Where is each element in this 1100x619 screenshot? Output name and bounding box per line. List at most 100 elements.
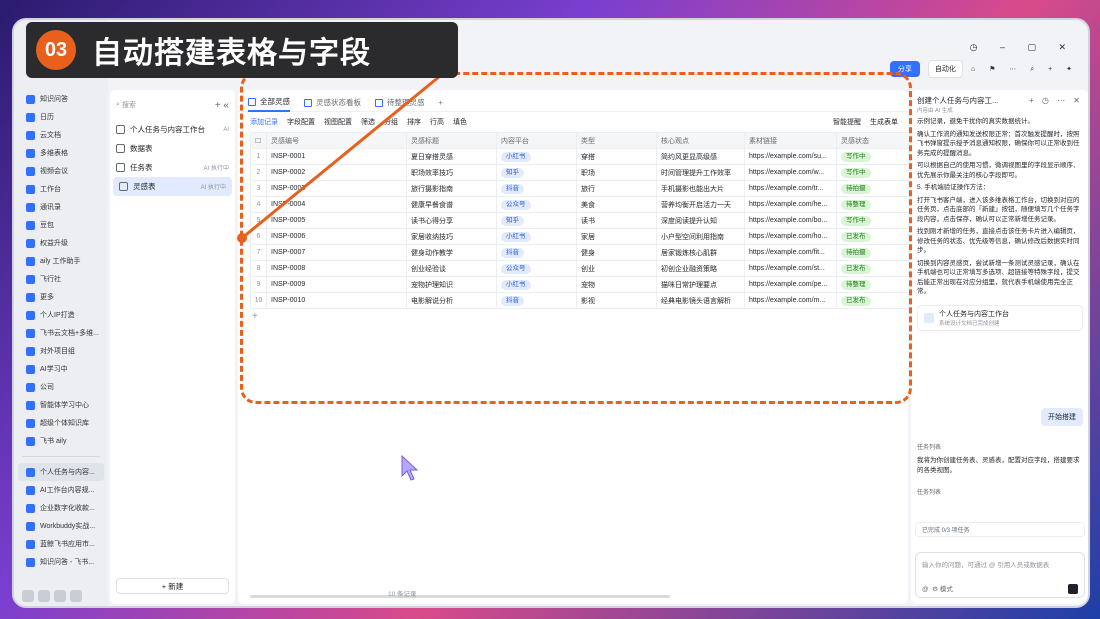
card-title: 个人任务与内容工作台	[939, 310, 1009, 318]
recent-item-icon	[26, 503, 35, 513]
send-icon[interactable]	[1068, 584, 1078, 594]
bottom-app-icon[interactable]	[70, 590, 82, 602]
sidebar-item[interactable]: 云文档	[14, 126, 108, 144]
sidebar-item-label: aily 工作助手	[40, 258, 81, 265]
sidebar-item-label: 多维表格	[40, 150, 68, 157]
assistant-bullet: 切换到内容灵感页，尝试新增一条测试灵感记录，确认在手机端也可以正常填写多选项、超…	[917, 259, 1080, 296]
bottom-app-icon[interactable]	[54, 590, 66, 602]
task-list-label: 任务列表	[917, 445, 942, 451]
recent-item-label: 个人任务与内容...	[40, 469, 95, 476]
sidebar-item-label: 飞行社	[40, 276, 61, 283]
table-icon	[119, 182, 128, 191]
bottom-app-icon[interactable]	[22, 590, 34, 602]
recent-item-label: 企业数字化收款...	[40, 505, 95, 512]
assistant-bullet: 确认工作流的通知发送权限正常：首次触发提醒时，按照飞书弹窗提示授予消息通知权限，…	[917, 130, 1080, 157]
sidebar-item[interactable]: 豆包	[14, 216, 108, 234]
sidebar-item[interactable]: 多维表格	[14, 144, 108, 162]
sidebar-item-icon	[26, 166, 35, 176]
sidebar-item[interactable]: 通讯录	[14, 198, 108, 216]
sidebar-bottom-icons[interactable]	[22, 590, 82, 602]
table-list-item[interactable]: 个人任务与内容工作台 AI	[110, 120, 235, 139]
chat-input[interactable]: 输入你的问题，可通过 @ 引用人员或数据表 @ ⚙ 模式	[915, 552, 1085, 598]
sidebar-item-icon	[26, 292, 35, 302]
table-icon	[116, 125, 125, 134]
recent-item-label: Workbuddy实战...	[40, 523, 96, 530]
sidebar-item[interactable]: aily 工作助手	[14, 252, 108, 270]
start-build-button[interactable]: 开始搭建	[1041, 408, 1083, 426]
sidebar-item[interactable]: 日历	[14, 108, 108, 126]
sidebar-item-label: 工作台	[40, 186, 61, 193]
sidebar: 知识问答日历云文档多维表格视频会议工作台通讯录豆包 权益升级 aily 工作助手 飞行…	[14, 20, 108, 606]
recent-item-icon	[26, 521, 35, 531]
automation-button[interactable]: 自动化	[927, 60, 963, 78]
sidebar-divider	[22, 456, 100, 457]
sidebar-item-label: 公司	[40, 384, 54, 391]
sidebar-item[interactable]: AI学习中	[14, 360, 108, 378]
sidebar-item[interactable]: 权益升级	[14, 234, 108, 252]
sidebar-item[interactable]: 智能体学习中心	[14, 396, 108, 414]
sidebar-item-icon	[26, 274, 35, 284]
table-list-item[interactable]: 数据表	[110, 139, 235, 158]
recent-item[interactable]: 蓝鲸飞书应用市...	[14, 535, 108, 553]
sidebar-item-label: 对外项目组	[40, 348, 75, 355]
step-title: 自动搭建表格与字段	[92, 37, 371, 70]
mode-selector[interactable]: @ ⚙ 模式	[922, 583, 953, 593]
assistant-title: 创建个人任务与内容工...	[917, 95, 999, 105]
sidebar-item-label: AI学习中	[40, 366, 68, 373]
sidebar-item[interactable]: 视频会议	[14, 162, 108, 180]
recent-item[interactable]: 知识问答 - 飞书...	[14, 553, 108, 571]
window-controls[interactable]: ◷ – ▢ ✕	[970, 42, 1076, 53]
new-button[interactable]: + 新建	[116, 578, 229, 594]
sidebar-item-label: 日历	[40, 114, 54, 121]
sidebar-item-label: 知识问答	[40, 96, 68, 103]
recent-item-label: 蓝鲸飞书应用市...	[40, 541, 95, 548]
table-list-label: 灵感表	[133, 182, 156, 191]
step-banner: 03 自动搭建表格与字段	[26, 22, 458, 78]
sidebar-item-icon	[26, 220, 35, 230]
sidebar-item[interactable]: 知识问答	[14, 90, 108, 108]
sidebar-item[interactable]: 工作台	[14, 180, 108, 198]
doc-card[interactable]: 个人任务与内容工作台 系统设计文档已完成创建	[917, 304, 1083, 331]
sidebar-item-label: 更多	[40, 294, 54, 301]
sidebar-item[interactable]: 飞书 aily	[14, 432, 108, 450]
assistant-subtitle: 内容由 AI 生成	[917, 108, 953, 114]
sidebar-item-label: 飞书云文档+多维...	[40, 330, 99, 337]
record-count: 10 条记录	[388, 591, 417, 598]
sidebar-item[interactable]: 超级个体知识库	[14, 414, 108, 432]
table-list-panel: ⌕ 搜索 + « 个人任务与内容工作台 AI 数据表 任务表 AI 执行中 灵感表 AI 执…	[110, 90, 235, 604]
sidebar-item[interactable]: 对外项目组	[14, 342, 108, 360]
sidebar-item-label: 智能体学习中心	[40, 402, 89, 409]
sidebar-item[interactable]: 飞行社	[14, 270, 108, 288]
sidebar-item[interactable]: 飞书云文档+多维...	[14, 324, 108, 342]
chat-input-placeholder: 输入你的问题，可通过 @ 引用人员或数据表	[922, 562, 1050, 569]
recent-item[interactable]: Workbuddy实战...	[14, 517, 108, 535]
assistant-reply: 我将为你创建任务表、灵感表，配置对应字段，搭建要求的各类视图。	[917, 457, 1080, 474]
sidebar-item-icon	[26, 418, 35, 428]
sidebar-item-icon	[26, 202, 35, 212]
card-subtitle: 系统设计文档已完成创建	[939, 320, 1000, 327]
recent-item-icon	[26, 467, 35, 477]
toolbar-icons[interactable]: ⌂ ⚑ ⋯ ⌕ + ✦	[971, 65, 1078, 74]
highlight-box	[240, 72, 912, 404]
task-list-label-2: 任务列表	[917, 490, 942, 496]
sidebar-item[interactable]: 个人IP打造	[14, 306, 108, 324]
sidebar-item-label: 通讯录	[40, 204, 61, 211]
sidebar-item-icon	[26, 310, 35, 320]
sidebar-item-label: 视频会议	[40, 168, 68, 175]
bottom-app-icon[interactable]	[38, 590, 50, 602]
table-icon	[116, 144, 125, 153]
panel-controls-icons[interactable]: + ◷ ⋯ ✕	[1029, 96, 1083, 105]
table-search[interactable]: ⌕ 搜索 + «	[116, 96, 229, 114]
add-and-collapse-icons[interactable]: + «	[215, 100, 229, 111]
sidebar-item-icon	[26, 94, 35, 104]
sidebar-item[interactable]: 更多	[14, 288, 108, 306]
sidebar-item[interactable]: 公司	[14, 378, 108, 396]
table-list-item[interactable]: 灵感表 AI 执行中	[113, 177, 232, 196]
recent-item[interactable]: 企业数字化收款...	[14, 499, 108, 517]
step-heading: 5. 手机端验证操作方法：	[917, 184, 990, 191]
recent-item[interactable]: 个人任务与内容...	[18, 463, 104, 481]
assistant-bullet: 可以根据自己的使用习惯，微调视图里的字段显示顺序、优先展示你最关注的核心字段即可…	[917, 162, 1080, 179]
recent-item[interactable]: AI工作台内容规...	[14, 481, 108, 499]
table-list-item[interactable]: 任务表 AI 执行中	[110, 158, 235, 177]
horizontal-scrollbar[interactable]	[250, 595, 670, 598]
